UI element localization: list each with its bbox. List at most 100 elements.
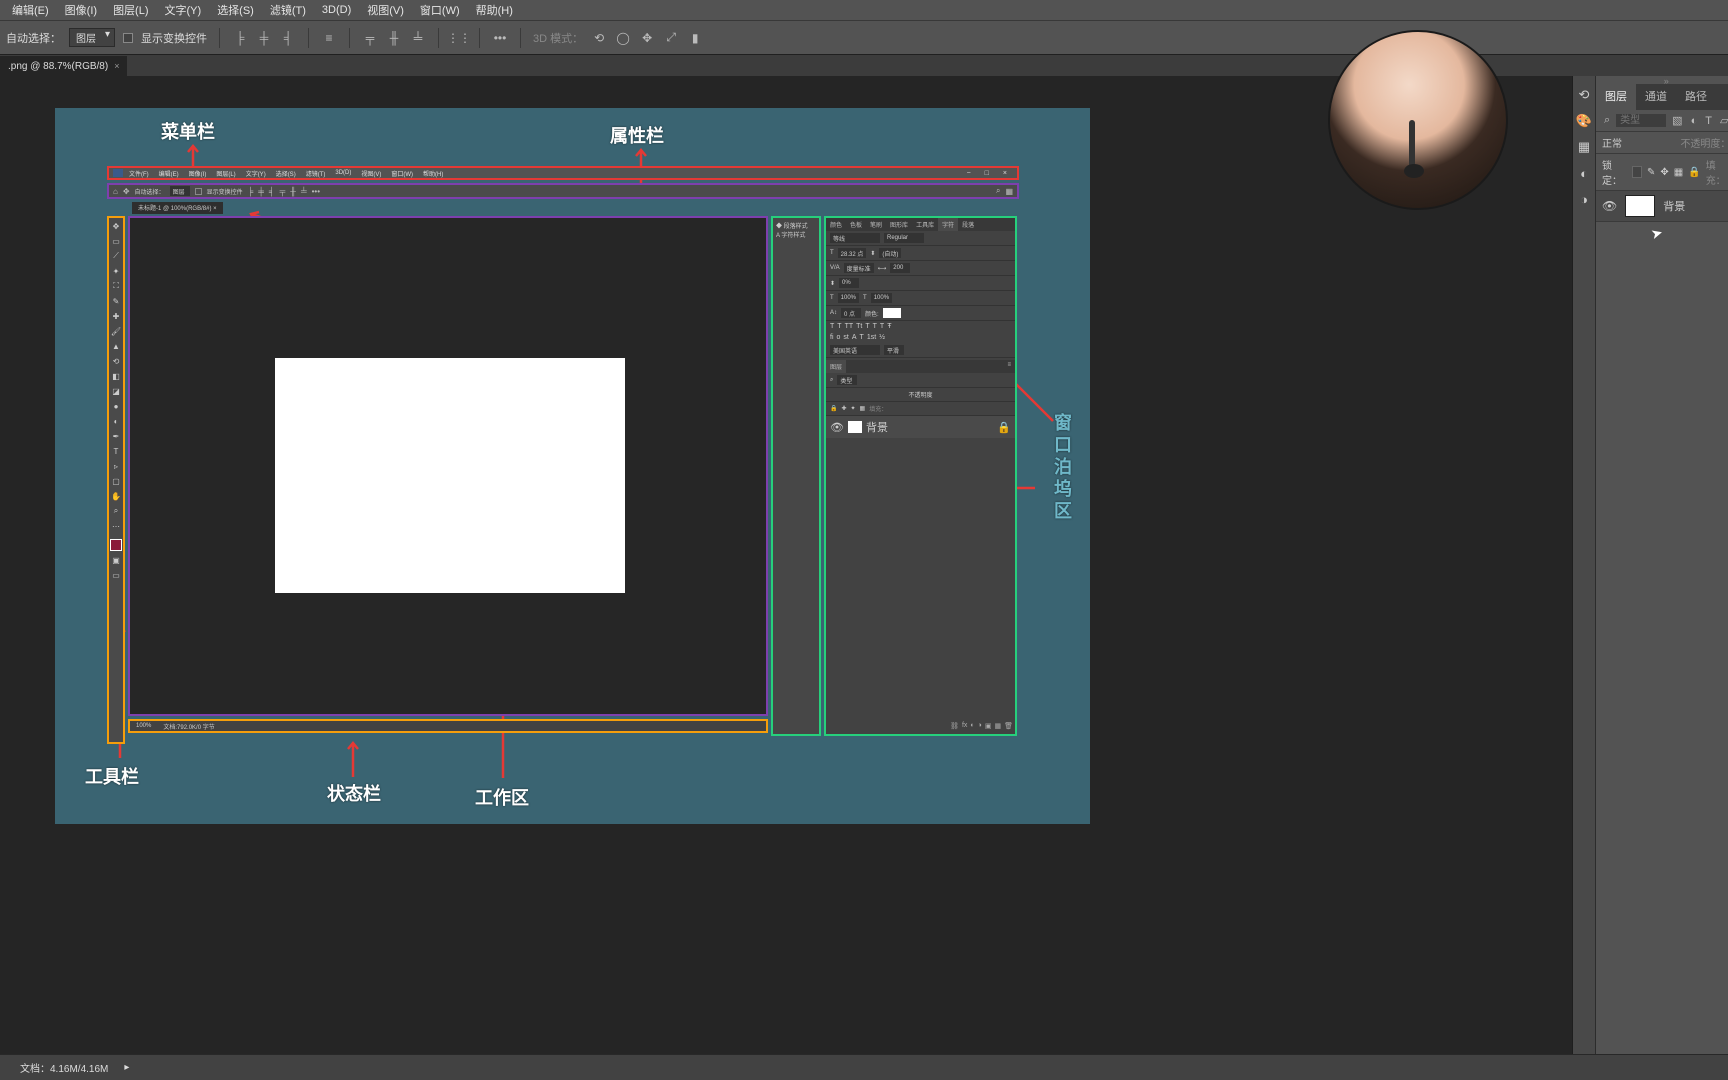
underline-icon[interactable]: T [880,323,884,330]
swatches-icon[interactable]: ▦ [1573,136,1595,158]
filter-image-icon[interactable]: ▧ [1670,114,1684,127]
mask-icon[interactable]: ◐ [970,722,974,730]
inner-canvas[interactable] [275,358,625,593]
layer-kind[interactable]: 类型 [837,375,857,385]
layer-kind-filter[interactable] [1616,114,1666,127]
ot-icon[interactable]: fi [830,334,834,341]
menu-edit[interactable]: 编辑(E) [4,2,57,18]
filter-type-icon[interactable]: T [1703,115,1714,127]
workspace-icon[interactable]: ▦ [1005,187,1013,196]
baseline[interactable]: 0 点 [841,308,861,318]
lock-icon[interactable]: 🔒 [830,405,837,412]
inner-menu-type[interactable]: 文字(Y) [242,169,270,178]
ot-icon[interactable]: o [837,334,841,341]
menu-select[interactable]: 选择(S) [209,2,262,18]
menu-help[interactable]: 帮助(H) [468,2,521,18]
3d-camera-icon[interactable]: ▮ [687,30,703,46]
dock-tab[interactable]: 色板 [846,218,866,231]
layer-thumbnail[interactable] [848,421,862,433]
crop-tool-icon[interactable]: ⛶ [110,280,122,292]
dock-tab[interactable]: 段落 [958,218,978,231]
lock-artboard-icon[interactable]: ▦ [1674,167,1683,178]
inner-menu-layer[interactable]: 图层(L) [212,169,239,178]
layers-tab[interactable]: 图层 [826,360,846,373]
align-icon[interactable]: ╧ [301,187,307,196]
more-icon[interactable]: ••• [312,187,320,196]
lock-image-icon[interactable]: ✎ [1647,167,1655,178]
dock-tab[interactable]: 图形库 [886,218,912,231]
tracking[interactable]: 度量标准 [844,263,874,273]
align-center-v-icon[interactable]: ╫ [386,30,402,46]
dock-tab-active[interactable]: 字符 [938,218,958,231]
close-icon[interactable]: × [114,61,119,71]
heal-tool-icon[interactable]: ✚ [110,310,122,322]
align-bottom-icon[interactable]: ╧ [410,30,426,46]
inner-transform-checkbox[interactable] [195,188,202,195]
new-icon[interactable]: ▦ [994,722,1001,730]
link-icon[interactable]: ⛓ [950,722,959,730]
ext-char-styles[interactable]: A 字符样式 [776,230,816,239]
document-tab[interactable]: .png @ 88.7%(RGB/8) × [0,56,127,76]
blur-tool-icon[interactable]: ● [110,400,122,412]
ot-icon[interactable]: ½ [879,334,885,341]
history-icon[interactable]: ⟲ [1573,84,1595,106]
ext-paragraph-styles[interactable]: ◆ 段落样式 [776,221,816,230]
leading[interactable]: (自动) [879,248,901,258]
filter-shape-icon[interactable]: ▱ [1718,114,1728,127]
vscale[interactable]: 0% [839,278,859,288]
align-left-icon[interactable]: ╞ [232,30,248,46]
vscale[interactable]: 100% [838,293,859,303]
inner-autoselect-target[interactable]: 图层 [170,186,190,196]
inner-menu-image[interactable]: 图像(I) [185,169,211,178]
smallcaps-icon[interactable]: Tt [856,323,862,330]
dock-tab[interactable]: 笔刷 [866,218,886,231]
ellipsis-icon[interactable]: ⋯ [110,520,122,532]
wand-tool-icon[interactable]: ✦ [110,265,122,277]
move-tool-icon[interactable]: ✥ [123,187,130,196]
kerning[interactable]: 200 [890,263,910,273]
align-icon[interactable]: ╞ [248,187,254,196]
blend-mode[interactable]: 不透明度 [908,390,932,399]
inner-menu-filter[interactable]: 滤镜(T) [302,169,330,178]
color-icon[interactable]: 🎨 [1573,110,1595,132]
inner-menu-edit[interactable]: 编辑(E) [155,169,183,178]
layer-row[interactable]: 👁 背景 [1596,191,1728,222]
history-brush-icon[interactable]: ⟲ [110,355,122,367]
brush-tool-icon[interactable]: 🖌 [110,325,122,337]
menu-view[interactable]: 视图(V) [359,2,412,18]
tab-layers[interactable]: 图层 [1596,84,1636,110]
allcaps-icon[interactable]: TT [845,323,854,330]
ot-icon[interactable]: T [860,334,864,341]
3d-roll-icon[interactable]: ◯ [615,30,631,46]
properties-icon[interactable]: ◑ [1573,188,1595,210]
search-icon[interactable]: ⌕ [830,377,833,384]
visibility-icon[interactable]: 👁 [830,421,844,434]
lock-transparency-icon[interactable] [1632,166,1642,178]
close-icon[interactable]: × [999,170,1011,177]
move-tool-icon[interactable]: ✥ [110,220,122,232]
inner-menu-help[interactable]: 帮助(H) [419,169,447,178]
ot-icon[interactable]: 1st [867,334,876,341]
screen-mode-icon[interactable]: ▭ [110,569,122,581]
language[interactable]: 美国英语 [830,345,880,355]
font-family[interactable]: 等线 [830,233,880,243]
lock-position-icon[interactable]: ✥ [1660,167,1668,178]
menu-filter[interactable]: 滤镜(T) [262,2,314,18]
align-stretch-icon[interactable]: ≡ [321,30,337,46]
search-icon[interactable]: ⌕ [996,186,1000,196]
zoom-tool-icon[interactable]: ⌕ [110,505,122,517]
menu-layer[interactable]: 图层(L) [105,2,156,18]
path-tool-icon[interactable]: ▹ [110,460,122,472]
align-icon[interactable]: ╪ [258,187,264,196]
type-tool-icon[interactable]: T [110,445,122,457]
adjustments-icon[interactable]: ◐ [1573,162,1595,184]
blend-mode[interactable]: 正常 [1602,135,1622,150]
distribute-icon[interactable]: ⋮⋮ [451,30,467,46]
align-center-h-icon[interactable]: ╪ [256,30,272,46]
3d-pan-icon[interactable]: ✥ [639,30,655,46]
tab-paths[interactable]: 路径 [1676,84,1716,110]
adjust-icon[interactable]: ◑ [978,722,982,730]
inner-zoom[interactable]: 100% [136,723,151,729]
align-top-icon[interactable]: ╤ [362,30,378,46]
marquee-tool-icon[interactable]: ▭ [110,235,122,247]
